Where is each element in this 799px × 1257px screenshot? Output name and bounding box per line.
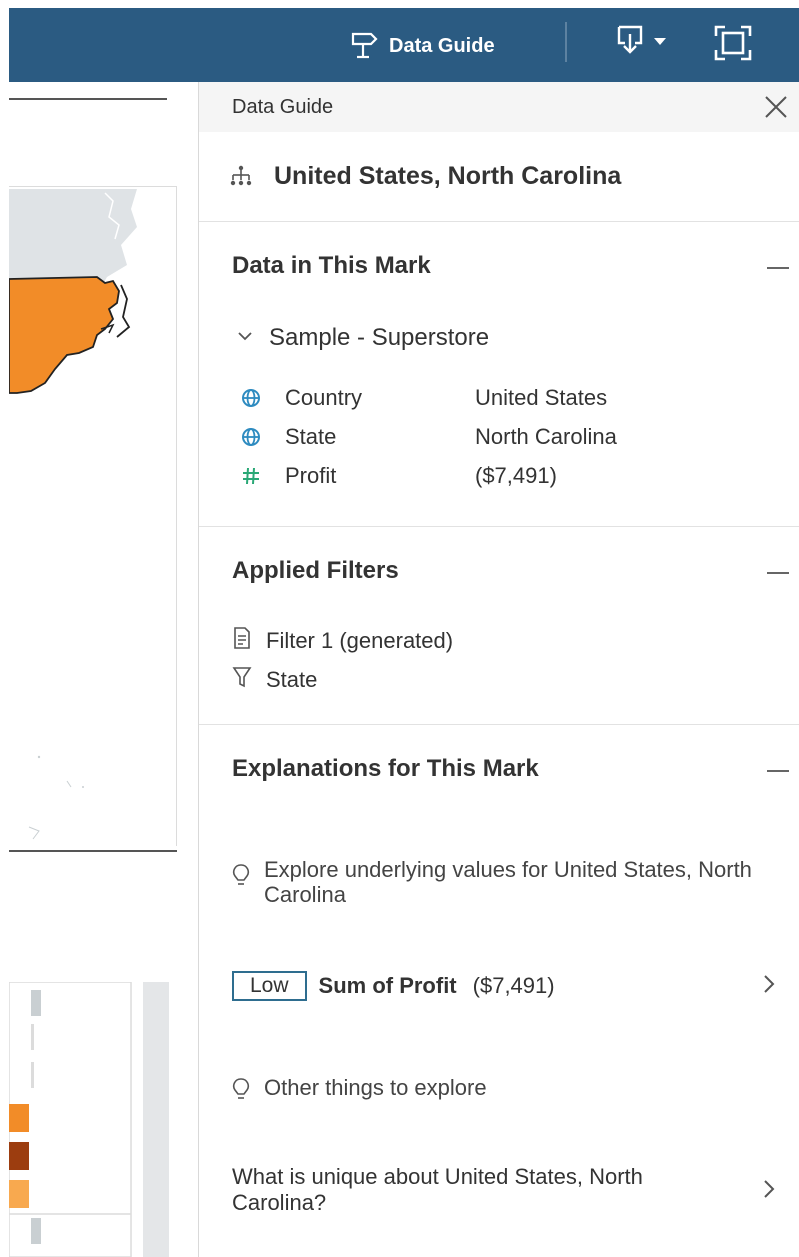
filter-item[interactable]: State: [232, 666, 317, 694]
funnel-icon: [232, 666, 252, 694]
globe-icon: [239, 427, 263, 447]
viz-divider-top: [9, 98, 167, 100]
lightbulb-icon: [232, 1077, 250, 1106]
explanations-section-title: Explanations for This Mark: [232, 755, 539, 782]
mark-title: United States, North Carolina: [274, 162, 622, 190]
hash-icon: [239, 467, 263, 485]
field-row-country: Country United States: [239, 383, 607, 413]
what-is-unique-link[interactable]: What is unique about United States, Nort…: [232, 1164, 792, 1216]
panel-header: Data Guide: [199, 82, 799, 132]
data-guide-label: Data Guide: [389, 34, 495, 57]
applied-filters-section: Applied Filters Filter 1 (generated) Sta…: [199, 527, 799, 725]
metric-label: Sum of Profit: [318, 973, 457, 998]
map-visualization: [0, 82, 198, 1257]
filter-item[interactable]: Filter 1 (generated): [232, 627, 453, 655]
chevron-down-icon: [653, 33, 667, 51]
data-in-mark-section: Data in This Mark Sample - Superstore Co…: [199, 222, 799, 527]
signpost-icon: [349, 29, 379, 64]
field-value: ($7,491): [475, 463, 557, 488]
explore-underlying-text: Explore underlying values for United Sta…: [264, 857, 752, 907]
datasource-toggle[interactable]: Sample - Superstore: [237, 324, 489, 352]
bar-mark[interactable]: [31, 1024, 34, 1050]
field-name: Country: [285, 385, 363, 410]
field-name: State: [285, 424, 337, 449]
filters-section-title: Applied Filters: [232, 557, 399, 584]
explore-underlying-values-link[interactable]: Explore underlying values for United Sta…: [232, 857, 764, 907]
data-guide-button[interactable]: Data Guide: [349, 26, 495, 66]
map-canvas[interactable]: [9, 187, 177, 847]
panel-title: Data Guide: [232, 96, 334, 118]
field-name: Profit: [285, 463, 337, 488]
collapse-data-section-icon[interactable]: [767, 267, 789, 269]
low-badge: Low: [232, 971, 307, 1001]
map-frame[interactable]: [9, 186, 177, 846]
field-row-state: State North Carolina: [239, 422, 617, 452]
datasource-name: Sample - Superstore: [269, 324, 490, 351]
bar-chart-fragment[interactable]: [9, 981, 169, 1257]
filter-label: State: [266, 667, 318, 692]
unique-question-text: What is unique about United States, Nort…: [232, 1164, 643, 1215]
collapse-explanations-section-icon[interactable]: [767, 770, 789, 772]
close-icon[interactable]: [763, 94, 789, 120]
viz-divider-bottom: [9, 850, 177, 852]
globe-icon: [239, 388, 263, 408]
field-row-profit: Profit ($7,491): [239, 461, 557, 491]
document-icon: [232, 627, 252, 655]
collapse-filters-section-icon[interactable]: [767, 572, 789, 574]
toolbar-divider: [565, 22, 567, 62]
metric-value: ($7,491): [472, 973, 555, 998]
other-things-text: Other things to explore: [264, 1075, 487, 1100]
other-things-to-explore: Other things to explore: [232, 1075, 764, 1106]
chevron-right-icon: [762, 1178, 776, 1205]
bar-mark[interactable]: [31, 990, 41, 1016]
filter-label: Filter 1 (generated): [266, 628, 454, 653]
download-button[interactable]: [613, 22, 667, 61]
bar-mark[interactable]: [31, 1218, 41, 1244]
field-value: North Carolina: [475, 424, 617, 449]
field-value: United States: [475, 385, 608, 410]
data-guide-panel: Data Guide United States, North Carolina: [198, 82, 799, 1257]
chevron-right-icon: [762, 973, 776, 1000]
fullscreen-icon: [713, 25, 753, 66]
data-section-title: Data in This Mark: [232, 252, 431, 279]
bar-mark[interactable]: [31, 1062, 34, 1088]
chevron-down-icon: [237, 329, 253, 347]
hierarchy-icon: [229, 165, 253, 192]
lightbulb-icon: [232, 863, 250, 892]
fullscreen-button[interactable]: [713, 24, 753, 67]
map-land-region: [9, 189, 137, 291]
download-icon: [613, 22, 647, 61]
toolbar: Data Guide: [0, 0, 799, 82]
bar-mark[interactable]: [9, 1142, 29, 1170]
sum-of-profit-explanation[interactable]: Low Sum of Profit ($7,491): [232, 971, 792, 1001]
mark-title-row: United States, North Carolina: [199, 132, 799, 222]
bar-mark[interactable]: [9, 1104, 29, 1132]
bar-mark[interactable]: [9, 1180, 29, 1208]
map-state-north-carolina[interactable]: [9, 276, 120, 394]
